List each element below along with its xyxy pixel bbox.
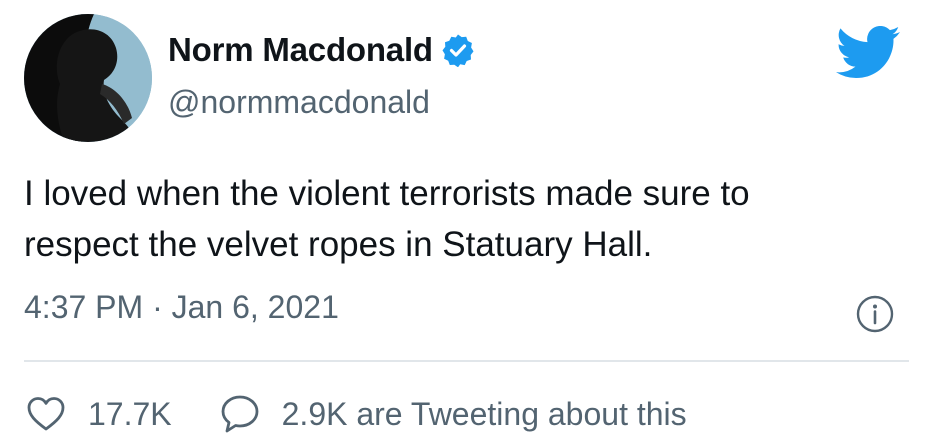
tweet-timestamp[interactable]: 4:37 PM · Jan 6, 2021: [24, 289, 339, 326]
tweet-card: Norm Macdonald @normmacdonald I loved wh…: [0, 0, 933, 447]
tweeting-about-text: 2.9K are Tweeting about this: [281, 395, 687, 432]
like-count: 17.7K: [88, 395, 172, 432]
user-handle[interactable]: @normmacdonald: [168, 84, 430, 121]
tweeting-about-button[interactable]: 2.9K are Tweeting about this: [218, 392, 687, 436]
heart-icon: [24, 392, 68, 436]
speech-bubble-icon: [218, 392, 262, 436]
divider: [24, 360, 909, 362]
tweet-text: I loved when the violent terrorists made…: [24, 174, 750, 264]
author-name-row: Norm Macdonald: [168, 31, 475, 69]
info-icon[interactable]: [855, 294, 895, 334]
like-button[interactable]: 17.7K: [24, 392, 172, 436]
twitter-bird-icon[interactable]: [836, 26, 900, 78]
action-bar: 17.7K 2.9K are Tweeting about this: [24, 392, 687, 436]
avatar-image: [24, 14, 152, 142]
display-name[interactable]: Norm Macdonald: [168, 31, 433, 69]
verified-badge-icon: [441, 33, 475, 67]
avatar[interactable]: [24, 14, 152, 142]
